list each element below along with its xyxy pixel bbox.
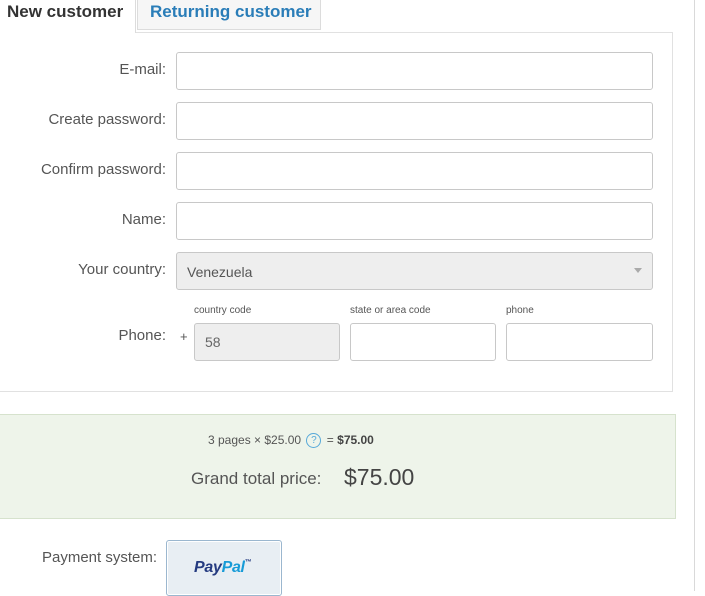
email-field[interactable]: [176, 52, 653, 90]
confirm-password-label: Confirm password:: [40, 161, 166, 178]
name-label: Name:: [121, 211, 166, 228]
create-password-label: Create password:: [48, 111, 166, 128]
grand-total-value: $75.00: [344, 464, 415, 490]
payment-system-label: Payment system:: [42, 549, 158, 566]
tab-new-customer[interactable]: New customer: [0, 0, 136, 33]
country-code-field[interactable]: [194, 323, 340, 361]
paypal-logo: PayPal™: [194, 559, 252, 576]
help-icon[interactable]: ?: [306, 433, 322, 449]
confirm-password-field[interactable]: [176, 152, 653, 190]
equals-sign: =: [326, 433, 334, 447]
country-code-label: country code: [194, 305, 252, 316]
country-label: Your country:: [78, 261, 166, 278]
subtotal-value: $75.00: [337, 433, 374, 447]
create-password-field[interactable]: [176, 102, 653, 140]
name-field[interactable]: [176, 202, 653, 240]
phone-label: Phone:: [118, 327, 166, 344]
grand-total-label: Grand total price:: [191, 469, 322, 488]
area-code-field[interactable]: [350, 323, 496, 361]
tab-returning-customer[interactable]: Returning customer: [137, 0, 321, 30]
price-calculation: 3 pages × $25.00 ? = $75.00: [208, 433, 374, 449]
country-select[interactable]: Venezuela: [176, 252, 653, 290]
price-summary-box: [0, 414, 676, 519]
page-right-border: [694, 0, 695, 591]
pages-calculation: 3 pages × $25.00: [208, 433, 302, 447]
country-select-value: Venezuela: [187, 264, 253, 280]
phone-number-field[interactable]: [506, 323, 653, 361]
phone-number-label: phone: [506, 305, 534, 316]
chevron-down-icon: [634, 268, 642, 273]
area-code-label: state or area code: [350, 305, 431, 316]
paypal-button[interactable]: PayPal™: [166, 540, 282, 596]
phone-plus-sign: +: [180, 329, 188, 344]
email-label: E-mail:: [119, 61, 166, 78]
